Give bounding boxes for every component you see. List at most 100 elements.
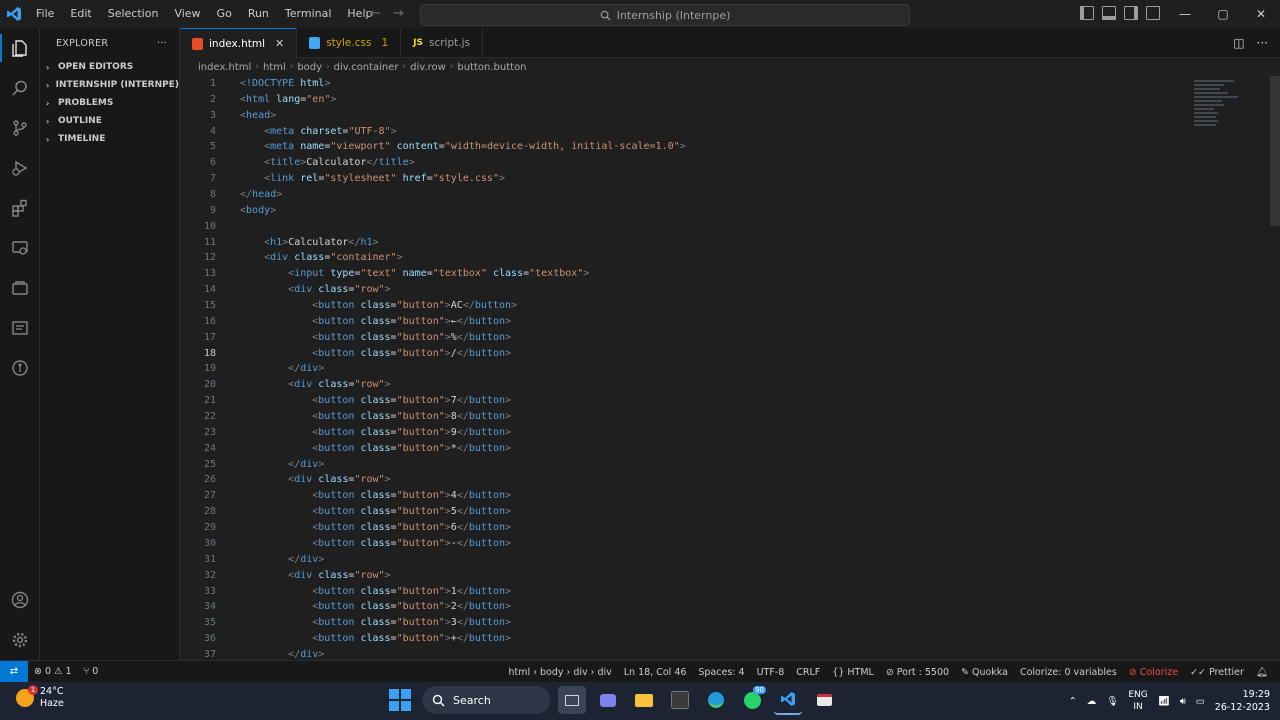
tab-style-css[interactable]: style.css 1	[297, 28, 402, 58]
menu-terminal[interactable]: Terminal	[277, 0, 340, 28]
end-of-line[interactable]: CRLF	[790, 667, 826, 678]
run-and-debug-icon[interactable]	[0, 148, 40, 188]
vscode-taskbar-icon[interactable]	[774, 685, 802, 715]
forward-arrow-icon[interactable]: →	[393, 6, 404, 21]
language-mode[interactable]: {} HTML	[826, 667, 880, 678]
minimize-button[interactable]: —	[1166, 0, 1204, 28]
code-line[interactable]: 26 <div class="row">	[180, 472, 1280, 488]
code-line[interactable]: 32 <div class="row">	[180, 568, 1280, 584]
show-hidden-icons-chevron-icon[interactable]: ⌃	[1069, 696, 1077, 707]
sidebar-section-problems[interactable]: › PROBLEMS	[40, 94, 179, 112]
windows-start-icon[interactable]	[386, 686, 414, 714]
code-line[interactable]: 33 <button class="button">1</button>	[180, 584, 1280, 600]
menu-selection[interactable]: Selection	[100, 0, 167, 28]
command-center[interactable]: Internship (Internpe)	[420, 4, 910, 26]
colorize-toggle[interactable]: ⊘ Colorize	[1123, 667, 1184, 678]
indentation[interactable]: Spaces: 4	[692, 667, 750, 678]
weather-widget[interactable]: 1 24°C Haze	[16, 685, 64, 710]
code-line[interactable]: 5 <meta name="viewport" content="width=d…	[180, 139, 1280, 155]
more-actions-button[interactable]: ···	[157, 38, 167, 49]
extensions-icon[interactable]	[0, 188, 40, 228]
code-line[interactable]: 1 <!DOCTYPE html>	[180, 76, 1280, 92]
breadcrumb-item[interactable]: div.row	[410, 62, 446, 73]
code-line[interactable]: 37 </div>	[180, 647, 1280, 660]
wifi-icon[interactable]: 📶︎	[1158, 696, 1170, 707]
whatsapp-icon[interactable]: 90	[738, 686, 766, 714]
code-line[interactable]: 29 <button class="button">6</button>	[180, 520, 1280, 536]
teams-chat-icon[interactable]	[594, 686, 622, 714]
code-line[interactable]: 20 <div class="row">	[180, 377, 1280, 393]
code-line[interactable]: 18 <button class="button">/</button>	[180, 346, 1280, 362]
cloud-icon[interactable]: ☁	[1087, 696, 1097, 707]
problems-indicator[interactable]: ⊗ 0 ⚠ 1	[28, 666, 78, 677]
customize-layout-icon[interactable]	[1146, 6, 1160, 20]
code-line[interactable]: 19 </div>	[180, 361, 1280, 377]
search-icon[interactable]	[0, 68, 40, 108]
file-explorer-icon[interactable]	[630, 686, 658, 714]
screen-recorder-icon[interactable]	[810, 686, 838, 714]
minimap[interactable]	[1194, 78, 1242, 138]
sidebar-section-open-editors[interactable]: › OPEN EDITORS	[40, 58, 179, 76]
live-server-port[interactable]: ⊘ Port : 5500	[880, 667, 955, 678]
terminal-app-icon[interactable]	[666, 686, 694, 714]
cursor-position[interactable]: Ln 18, Col 46	[618, 667, 693, 678]
ports-indicator[interactable]: ⑂ 0	[78, 666, 105, 677]
git-graph-icon[interactable]	[0, 348, 40, 388]
breadcrumb-item[interactable]: div.container	[334, 62, 399, 73]
code-line[interactable]: 17 <button class="button">%</button>	[180, 330, 1280, 346]
code-line[interactable]: 21 <button class="button">7</button>	[180, 393, 1280, 409]
menu-edit[interactable]: Edit	[62, 0, 99, 28]
breadcrumb-item[interactable]: html	[263, 62, 286, 73]
code-line[interactable]: 24 <button class="button">*</button>	[180, 441, 1280, 457]
remote-indicator-icon[interactable]: ⇄	[0, 660, 28, 683]
colorize-variables[interactable]: Colorize: 0 variables	[1014, 667, 1123, 678]
code-line[interactable]: 31 </div>	[180, 552, 1280, 568]
menu-go[interactable]: Go	[209, 0, 240, 28]
prettier-status[interactable]: ✓✓ Prettier	[1184, 667, 1250, 678]
code-line[interactable]: 10	[180, 219, 1280, 235]
sidebar-section-timeline[interactable]: › TIMELINE	[40, 130, 179, 148]
menu-run[interactable]: Run	[240, 0, 277, 28]
code-line[interactable]: 8 </head>	[180, 187, 1280, 203]
live-server-icon[interactable]	[0, 268, 40, 308]
code-line[interactable]: 11 <h1>Calculator</h1>	[180, 235, 1280, 251]
code-line[interactable]: 36 <button class="button">+</button>	[180, 631, 1280, 647]
explorer-icon[interactable]	[0, 28, 40, 68]
toggle-panel-icon[interactable]	[1102, 6, 1116, 20]
tab-index-html[interactable]: index.html ✕	[180, 28, 298, 58]
vertical-scrollbar[interactable]	[1270, 76, 1280, 226]
element-path[interactable]: html › body › div › div	[503, 667, 618, 678]
menu-file[interactable]: File	[28, 0, 62, 28]
microphone-icon[interactable]: 🎙︎	[1106, 696, 1118, 707]
battery-icon[interactable]: ▭	[1196, 696, 1205, 707]
breadcrumb-item[interactable]: body	[297, 62, 322, 73]
code-line[interactable]: 16 <button class="button">←</button>	[180, 314, 1280, 330]
back-arrow-icon[interactable]: ←	[370, 6, 381, 21]
close-window-button[interactable]: ✕	[1242, 0, 1280, 28]
code-line[interactable]: 15 <button class="button">AC</button>	[180, 298, 1280, 314]
close-tab-icon[interactable]: ✕	[275, 37, 284, 50]
toggle-primary-sidebar-icon[interactable]	[1080, 6, 1094, 20]
encoding[interactable]: UTF-8	[751, 667, 791, 678]
toggle-secondary-sidebar-icon[interactable]	[1124, 6, 1138, 20]
code-line[interactable]: 23 <button class="button">9</button>	[180, 425, 1280, 441]
code-line[interactable]: 35 <button class="button">3</button>	[180, 615, 1280, 631]
code-line[interactable]: 7 <link rel="stylesheet" href="style.css…	[180, 171, 1280, 187]
code-line[interactable]: 2 <html lang="en">	[180, 92, 1280, 108]
clock[interactable]: 19:29 26-12-2023	[1215, 688, 1270, 714]
quokka-status[interactable]: ✎ Quokka	[955, 667, 1014, 678]
more-editor-actions-icon[interactable]: ···	[1257, 36, 1268, 50]
edge-browser-icon[interactable]	[702, 686, 730, 714]
volume-icon[interactable]: 🔊︎	[1180, 696, 1186, 707]
code-line[interactable]: 9 <body>	[180, 203, 1280, 219]
code-line[interactable]: 6 <title>Calculator</title>	[180, 155, 1280, 171]
manage-gear-icon[interactable]	[0, 620, 40, 660]
code-editor[interactable]: 1 <!DOCTYPE html> 2 <html lang="en"> 3 <head>…	[180, 76, 1280, 660]
maximize-button[interactable]: ▢	[1204, 0, 1242, 28]
preview-icon[interactable]	[0, 308, 40, 348]
taskbar-search[interactable]: Search	[422, 686, 550, 714]
code-line[interactable]: 13 <input type="text" name="textbox" cla…	[180, 266, 1280, 282]
code-line[interactable]: 14 <div class="row">	[180, 282, 1280, 298]
breadcrumb-item[interactable]: button.button	[457, 62, 526, 73]
sidebar-section-outline[interactable]: › OUTLINE	[40, 112, 179, 130]
